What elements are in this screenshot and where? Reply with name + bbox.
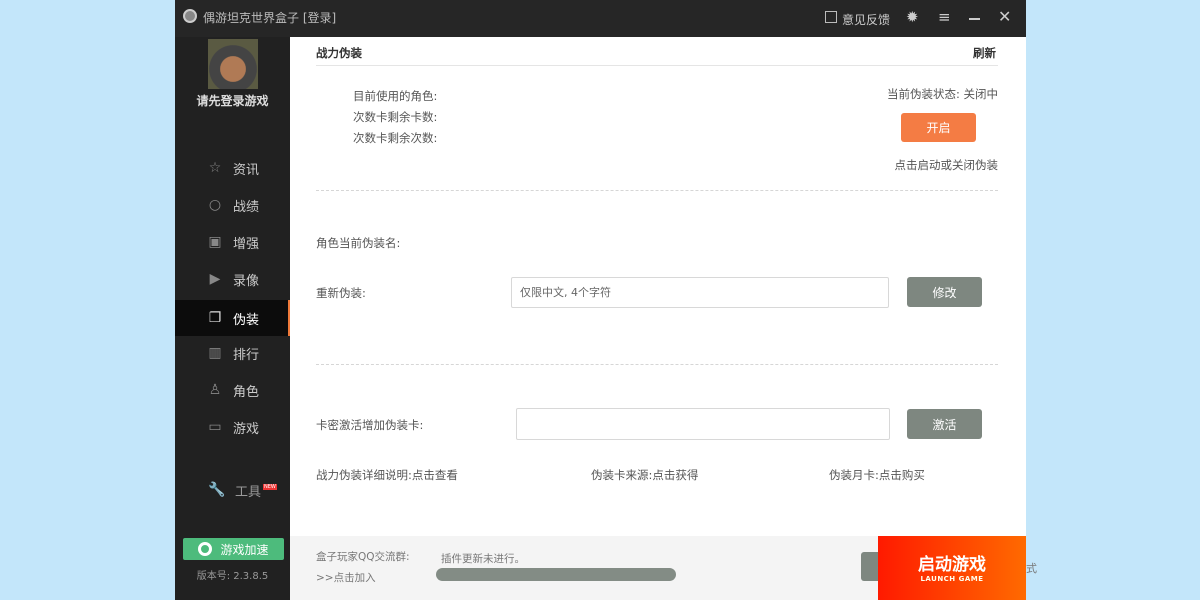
rename-label: 重新伪装:: [316, 286, 366, 300]
nav-label: 资讯: [233, 162, 260, 178]
app-window: 偶游坦克世界盒子 [登录] 意见反馈 ✹ ≡ ✕ 请先登录游戏 ☆ 资讯 ○ 战绩 …: [175, 0, 1037, 600]
login-prompt[interactable]: 请先登录游戏: [175, 92, 290, 109]
minimize-icon[interactable]: [969, 18, 980, 20]
nav-label: 战绩: [233, 199, 260, 215]
launch-label-en: LAUNCH GAME: [920, 575, 984, 583]
close-icon[interactable]: ✕: [998, 7, 1011, 26]
game-accelerate-button[interactable]: 游戏加速: [183, 538, 284, 560]
version-label: 版本号: 2.3.8.5: [196, 571, 269, 582]
video-icon: ▶: [209, 271, 221, 287]
activate-label: 卡密激活增加伪装卡:: [316, 418, 424, 432]
page-title: 战力伪装: [316, 46, 362, 60]
update-status: 插件更新未进行。: [441, 553, 525, 565]
launch-label: 启动游戏: [918, 555, 986, 575]
disguise-status: 当前伪装状态: 关闭中: [886, 87, 998, 101]
briefcase-icon: ▣: [208, 234, 222, 250]
current-role-label: 目前使用的角色:: [353, 89, 438, 103]
nav-label: 伪装: [233, 312, 260, 328]
uses-left-label: 次数卡剩余次数:: [353, 131, 438, 145]
refresh-button[interactable]: 刷新: [973, 45, 996, 61]
avatar[interactable]: [208, 39, 258, 89]
feedback-icon[interactable]: [825, 11, 837, 23]
layers-icon: ❐: [208, 310, 222, 326]
accelerate-icon: [198, 542, 213, 556]
nav-label: 录像: [233, 273, 260, 289]
sidebar-item-news[interactable]: ☆ 资讯: [175, 150, 290, 186]
details-link[interactable]: 战力伪装详细说明:点击查看: [316, 467, 458, 483]
nav-label: 增强: [233, 236, 260, 252]
gamepad-icon: ▭: [208, 419, 222, 435]
new-badge: NEW: [263, 484, 277, 490]
bottom-bar: 盒子玩家QQ交流群: >>点击加入 插件更新未进行。 插件更新 纯净模式 启动游…: [290, 536, 1037, 600]
sidebar-item-disguise[interactable]: ❐ 伪装: [175, 300, 290, 336]
feedback-button[interactable]: 意见反馈: [842, 11, 890, 28]
wrench-icon: 🔧: [208, 482, 226, 498]
nav-label: 角色: [233, 384, 260, 400]
accelerate-label: 游戏加速: [220, 542, 269, 557]
qq-group-label: 盒子玩家QQ交流群:: [316, 551, 410, 563]
toggle-hint: 点击启动或关闭伪装: [894, 158, 999, 172]
header-divider: [316, 65, 998, 66]
monthly-card-link[interactable]: 伪装月卡:点击购买: [829, 467, 925, 483]
launch-game-button[interactable]: 启动游戏 LAUNCH GAME: [878, 536, 1026, 600]
sidebar-item-enhance[interactable]: ▣ 增强: [175, 224, 290, 260]
divider: [316, 364, 998, 365]
app-logo-icon: [183, 9, 197, 23]
update-progress-bar: [436, 568, 676, 581]
menu-icon[interactable]: ≡: [938, 8, 951, 26]
sidebar-item-character[interactable]: ♙ 角色: [175, 372, 290, 408]
card-source-link[interactable]: 伪装卡来源:点击获得: [591, 467, 698, 483]
nav-label: 工具: [235, 484, 262, 500]
star-icon: ☆: [208, 160, 222, 176]
window-title[interactable]: 偶游坦克世界盒子 [登录]: [203, 9, 336, 26]
rename-input[interactable]: [511, 277, 889, 308]
bar-chart-icon: ▥: [208, 345, 222, 361]
sidebar-item-replay[interactable]: ▶ 录像: [175, 261, 290, 297]
cards-left-label: 次数卡剩余卡数:: [353, 110, 438, 124]
nav-label: 游戏: [233, 421, 260, 437]
title-bar: 偶游坦克世界盒子 [登录] 意见反馈 ✹ ≡ ✕: [175, 0, 1026, 37]
activate-button[interactable]: 激活: [907, 409, 982, 439]
sidebar-item-game[interactable]: ▭ 游戏: [175, 409, 290, 445]
sidebar-item-tools[interactable]: 🔧 工具 NEW: [175, 472, 290, 508]
sidebar: 请先登录游戏 ☆ 资讯 ○ 战绩 ▣ 增强 ▶ 录像 ❐ 伪装 ▥ 排行 ♙ 角色 ▭ 游戏 🔧…: [175, 37, 290, 600]
sidebar-item-stats[interactable]: ○ 战绩: [175, 187, 290, 223]
user-icon: ♙: [208, 382, 222, 398]
nav-label: 排行: [233, 347, 260, 363]
settings-gear-icon[interactable]: ✹: [906, 8, 919, 26]
sidebar-item-ranking[interactable]: ▥ 排行: [175, 335, 290, 371]
current-name-label: 角色当前伪装名:: [316, 236, 401, 250]
search-icon: ○: [208, 197, 222, 213]
disguise-panel: 战力伪装 刷新 目前使用的角色: 次数卡剩余卡数: 次数卡剩余次数: 当前伪装状…: [290, 37, 1026, 536]
card-key-input[interactable]: [516, 408, 890, 440]
modify-button[interactable]: 修改: [907, 277, 982, 307]
open-disguise-button[interactable]: 开启: [901, 113, 976, 142]
divider: [316, 190, 998, 191]
join-group-link[interactable]: >>点击加入: [316, 570, 376, 585]
